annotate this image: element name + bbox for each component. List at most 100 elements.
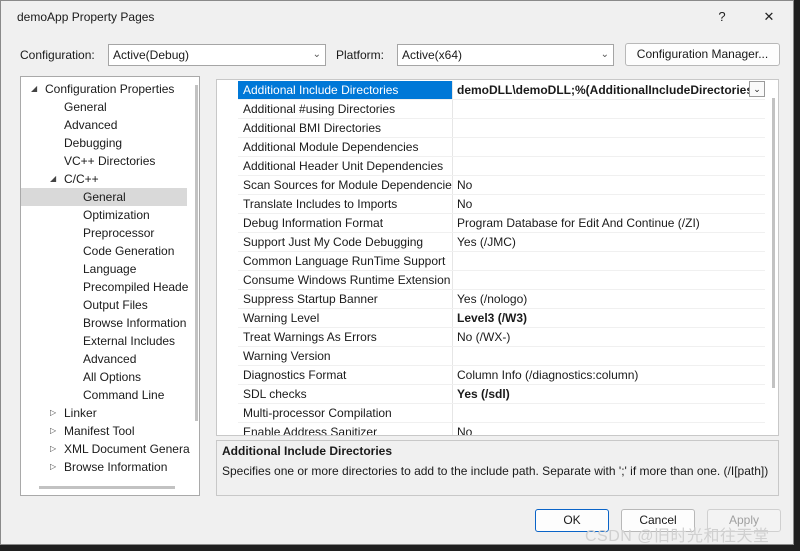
- tree-item[interactable]: Output Files: [21, 296, 191, 314]
- tree-item[interactable]: ▷ Linker: [21, 404, 191, 422]
- platform-label: Platform:: [336, 48, 385, 62]
- expand-down-icon[interactable]: ◢: [31, 80, 41, 98]
- property-name: Scan Sources for Module Dependencies: [238, 176, 453, 194]
- property-row[interactable]: Diagnostics Format Column Info (/diagnost…: [238, 366, 765, 385]
- property-row[interactable]: Warning Version: [238, 347, 765, 366]
- property-value[interactable]: Yes (/nologo): [453, 290, 763, 308]
- property-row[interactable]: Additional Include Directories demoDLL\de…: [238, 81, 765, 100]
- expand-right-icon[interactable]: ▷: [50, 422, 60, 440]
- tree-item[interactable]: Debugging: [21, 134, 191, 152]
- property-value[interactable]: No: [453, 176, 763, 194]
- tree-item[interactable]: Advanced: [21, 350, 191, 368]
- expand-down-icon[interactable]: ◢: [50, 170, 60, 188]
- property-value[interactable]: Level3 (/W3): [453, 309, 763, 327]
- property-name: Common Language RunTime Support: [238, 252, 453, 270]
- property-pages-window: demoApp Property Pages ? ✕ Configuration…: [0, 0, 794, 545]
- tree-item[interactable]: General: [21, 98, 191, 116]
- property-name: Warning Version: [238, 347, 453, 365]
- tree-item-label: External Includes: [83, 334, 176, 348]
- tree-item[interactable]: ▷ Browse Information: [21, 458, 191, 476]
- tree-item[interactable]: ▷ XML Document Genera: [21, 440, 191, 458]
- property-row[interactable]: Additional Module Dependencies: [238, 138, 765, 157]
- property-value[interactable]: [453, 100, 763, 118]
- configuration-select[interactable]: Active(Debug) ⌄: [108, 44, 326, 66]
- configuration-manager-button[interactable]: Configuration Manager...: [625, 43, 780, 66]
- tree-item[interactable]: External Includes: [21, 332, 191, 350]
- value-dropdown-button[interactable]: ⌄: [749, 81, 765, 97]
- property-row[interactable]: Translate Includes to Imports No: [238, 195, 765, 214]
- property-value[interactable]: demoDLL\demoDLL;%(AdditionalIncludeDirec…: [453, 81, 763, 99]
- property-row[interactable]: Enable Address Sanitizer No: [238, 423, 765, 435]
- chevron-down-icon: ⌄: [600, 49, 609, 60]
- property-value[interactable]: [453, 404, 763, 422]
- property-row[interactable]: Debug Information Format Program Database…: [238, 214, 765, 233]
- property-value[interactable]: [453, 119, 763, 137]
- property-row[interactable]: Support Just My Code Debugging Yes (/JMC): [238, 233, 765, 252]
- property-row[interactable]: Common Language RunTime Support: [238, 252, 765, 271]
- property-name: Additional Header Unit Dependencies: [238, 157, 453, 175]
- tree-item-label: Command Line: [83, 388, 165, 402]
- tree-item[interactable]: Advanced: [21, 116, 191, 134]
- property-value[interactable]: No: [453, 423, 763, 435]
- platform-select[interactable]: Active(x64) ⌄: [397, 44, 614, 66]
- tree-horizontal-scrollbar[interactable]: [39, 486, 175, 489]
- tree-item[interactable]: ◢ Configuration Properties: [21, 80, 191, 98]
- tree-item[interactable]: Code Generation: [21, 242, 191, 260]
- tree-item[interactable]: All Options: [21, 368, 191, 386]
- property-value[interactable]: [453, 347, 763, 365]
- tree-item-label: Debugging: [64, 136, 123, 150]
- tree-item[interactable]: Precompiled Heade: [21, 278, 191, 296]
- property-row[interactable]: Scan Sources for Module Dependencies No: [238, 176, 765, 195]
- property-name: Consume Windows Runtime Extension: [238, 271, 453, 289]
- property-value[interactable]: Column Info (/diagnostics:column): [453, 366, 763, 384]
- property-row[interactable]: Warning Level Level3 (/W3): [238, 309, 765, 328]
- property-row[interactable]: Additional Header Unit Dependencies: [238, 157, 765, 176]
- property-tree[interactable]: ◢ Configuration Properties General Advanced…: [20, 76, 200, 496]
- property-name: Warning Level: [238, 309, 453, 327]
- property-value[interactable]: [453, 271, 763, 289]
- expand-right-icon[interactable]: ▷: [50, 440, 60, 458]
- tree-item[interactable]: ◢ C/C++: [21, 170, 191, 188]
- tree-item-label: General: [64, 100, 107, 114]
- tree-item-label: VC++ Directories: [64, 154, 156, 168]
- property-name: Additional Module Dependencies: [238, 138, 453, 156]
- grid-vertical-scrollbar[interactable]: [772, 98, 775, 388]
- tree-item[interactable]: Optimization: [21, 206, 191, 224]
- property-value[interactable]: No (/WX-): [453, 328, 763, 346]
- expand-right-icon[interactable]: ▷: [50, 404, 60, 422]
- tree-item[interactable]: VC++ Directories: [21, 152, 191, 170]
- property-row[interactable]: Treat Warnings As Errors No (/WX-): [238, 328, 765, 347]
- tree-item[interactable]: Browse Information: [21, 314, 191, 332]
- expand-right-icon[interactable]: ▷: [50, 458, 60, 476]
- tree-item-label: Output Files: [83, 298, 148, 312]
- tree-item-label: Optimization: [83, 208, 150, 222]
- tree-item[interactable]: Language: [21, 260, 191, 278]
- property-value[interactable]: Yes (/sdl): [453, 385, 763, 403]
- property-grid[interactable]: Additional Include Directories demoDLL\de…: [216, 79, 779, 436]
- platform-value: Active(x64): [402, 48, 463, 62]
- property-name: Diagnostics Format: [238, 366, 453, 384]
- tree-item-label: Language: [83, 262, 137, 276]
- tree-item[interactable]: General: [21, 188, 187, 206]
- property-value[interactable]: [453, 252, 763, 270]
- property-row[interactable]: Additional #using Directories: [238, 100, 765, 119]
- tree-item[interactable]: Preprocessor: [21, 224, 191, 242]
- property-row[interactable]: Additional BMI Directories: [238, 119, 765, 138]
- property-name: Debug Information Format: [238, 214, 453, 232]
- property-row[interactable]: Consume Windows Runtime Extension: [238, 271, 765, 290]
- tree-item[interactable]: ▷ Manifest Tool: [21, 422, 191, 440]
- property-value[interactable]: Yes (/JMC): [453, 233, 763, 251]
- property-value[interactable]: [453, 138, 763, 156]
- property-value[interactable]: [453, 157, 763, 175]
- property-row[interactable]: Multi-processor Compilation: [238, 404, 765, 423]
- property-value[interactable]: Program Database for Edit And Continue (…: [453, 214, 763, 232]
- property-name: Additional #using Directories: [238, 100, 453, 118]
- close-icon[interactable]: ✕: [757, 7, 781, 27]
- property-value[interactable]: No: [453, 195, 763, 213]
- tree-item[interactable]: Command Line: [21, 386, 191, 404]
- help-icon[interactable]: ?: [710, 7, 734, 27]
- tree-item-label: Code Generation: [83, 244, 175, 258]
- tree-vertical-scrollbar[interactable]: [195, 85, 198, 421]
- property-row[interactable]: SDL checks Yes (/sdl): [238, 385, 765, 404]
- property-row[interactable]: Suppress Startup Banner Yes (/nologo): [238, 290, 765, 309]
